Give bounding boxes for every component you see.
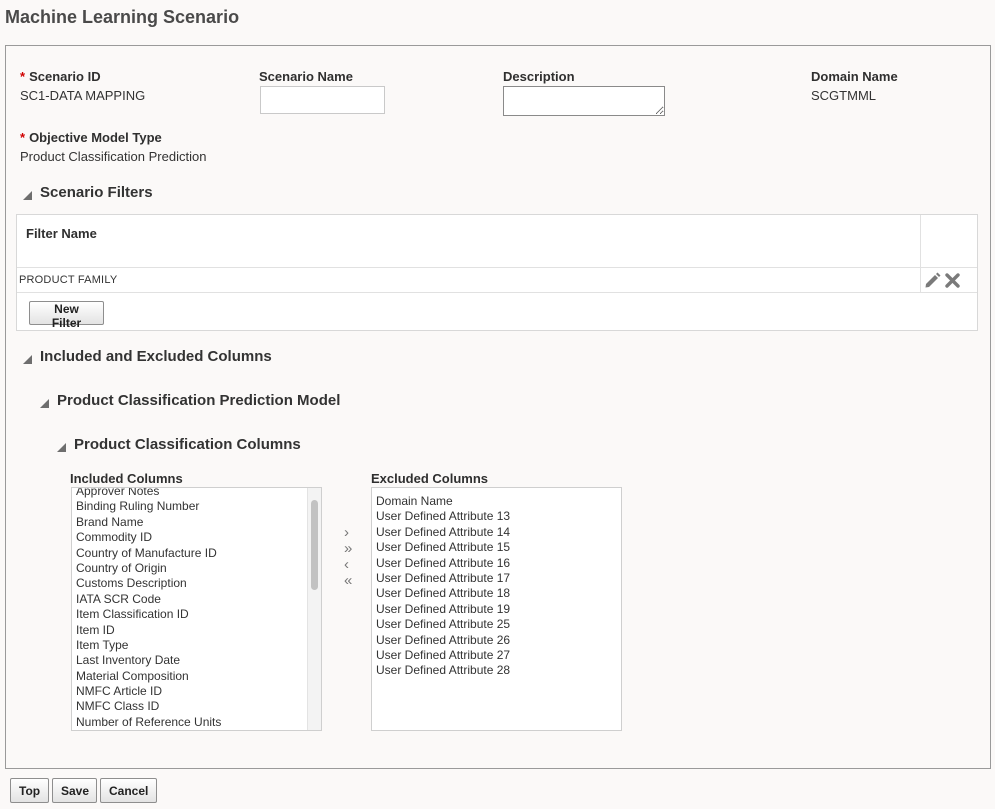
- classification-columns-disclosure-icon[interactable]: [57, 443, 66, 452]
- description-label: Description: [503, 69, 575, 84]
- scenario-id-label-text: Scenario ID: [29, 69, 101, 84]
- objective-model-type-label: * Objective Model Type: [20, 130, 162, 145]
- list-item[interactable]: Commodity ID: [72, 530, 321, 545]
- list-item[interactable]: Customs Description: [72, 576, 321, 591]
- scenario-id-label: * Scenario ID: [20, 69, 101, 84]
- included-columns-list[interactable]: Approver Notes Binding Ruling Number Brand…: [71, 487, 322, 731]
- list-item[interactable]: NMFC Article ID: [72, 684, 321, 699]
- objective-model-type-value: Product Classification Prediction: [20, 149, 207, 164]
- list-item[interactable]: User Defined Attribute 15: [372, 540, 621, 555]
- excluded-columns-title: Excluded Columns: [371, 471, 489, 486]
- remove-selected-icon[interactable]: ‹: [344, 557, 349, 572]
- cancel-button[interactable]: Cancel: [100, 778, 157, 803]
- save-button[interactable]: Save: [52, 778, 97, 803]
- list-item[interactable]: User Defined Attribute 16: [372, 556, 621, 571]
- page-title: Machine Learning Scenario: [5, 7, 240, 27]
- list-item[interactable]: Material Composition: [72, 669, 321, 684]
- filter-name-column-header: Filter Name: [26, 226, 97, 241]
- objective-model-type-label-text: Objective Model Type: [29, 130, 162, 145]
- list-item[interactable]: User Defined Attribute 14: [372, 525, 621, 540]
- list-item[interactable]: IATA SCR Code: [72, 592, 321, 607]
- top-button[interactable]: Top: [10, 778, 49, 803]
- list-item[interactable]: Country of Manufacture ID: [72, 546, 321, 561]
- scenario-filters-header[interactable]: Scenario Filters: [40, 184, 153, 201]
- list-item[interactable]: User Defined Attribute 18: [372, 586, 621, 601]
- list-item[interactable]: Number of Reference Units: [72, 715, 321, 730]
- included-columns-title: Included Columns: [70, 471, 183, 486]
- list-item[interactable]: User Defined Attribute 13: [372, 509, 621, 524]
- list-item[interactable]: NMFC Class ID: [72, 699, 321, 714]
- scenario-name-label: Scenario Name: [259, 69, 353, 84]
- scenario-filters-disclosure-icon[interactable]: [23, 191, 32, 200]
- new-filter-button[interactable]: New Filter: [29, 301, 104, 330]
- domain-name-value: SCGTMML: [811, 88, 876, 103]
- list-item[interactable]: Country of Origin: [72, 561, 321, 576]
- list-item[interactable]: User Defined Attribute 25: [372, 617, 621, 632]
- list-item[interactable]: Approver Notes: [72, 488, 321, 499]
- classification-columns-header[interactable]: Product Classification Columns: [74, 436, 301, 453]
- scenario-name-input[interactable]: [260, 86, 385, 114]
- move-selected-icon[interactable]: ›: [344, 525, 349, 540]
- model-disclosure-icon[interactable]: [40, 399, 49, 408]
- list-item[interactable]: Item Classification ID: [72, 607, 321, 622]
- list-item[interactable]: Last Inventory Date: [72, 653, 321, 668]
- description-textarea[interactable]: [503, 86, 665, 116]
- scenario-id-value: SC1-DATA MAPPING: [20, 88, 146, 103]
- edit-pencil-icon[interactable]: [924, 272, 941, 288]
- list-item[interactable]: Binding Ruling Number: [72, 499, 321, 514]
- list-item[interactable]: Item Type: [72, 638, 321, 653]
- list-item[interactable]: User Defined Attribute 27: [372, 648, 621, 663]
- included-list-scrollbar[interactable]: [307, 488, 321, 730]
- required-marker: *: [20, 69, 26, 84]
- list-item[interactable]: Brand Name: [72, 515, 321, 530]
- list-item[interactable]: User Defined Attribute 26: [372, 633, 621, 648]
- list-item[interactable]: Item ID: [72, 623, 321, 638]
- header-divider: [17, 267, 977, 268]
- domain-name-label: Domain Name: [811, 69, 898, 84]
- required-marker: *: [20, 130, 26, 145]
- move-all-icon[interactable]: »: [344, 541, 352, 556]
- list-item[interactable]: User Defined Attribute 19: [372, 602, 621, 617]
- scenario-panel: * Scenario ID SC1-DATA MAPPING Scenario N…: [5, 45, 991, 769]
- scenario-filters-table: Filter Name PRODUCT FAMILY New Filter: [16, 214, 978, 331]
- remove-all-icon[interactable]: «: [344, 573, 352, 588]
- column-divider: [920, 215, 921, 293]
- columns-disclosure-icon[interactable]: [23, 355, 32, 364]
- list-item[interactable]: User Defined Attribute 28: [372, 663, 621, 678]
- prediction-model-header[interactable]: Product Classification Prediction Model: [57, 392, 340, 409]
- scrollbar-thumb[interactable]: [311, 500, 318, 590]
- included-excluded-columns-header[interactable]: Included and Excluded Columns: [40, 348, 272, 365]
- excluded-columns-list[interactable]: Domain Name User Defined Attribute 13 User…: [371, 487, 622, 731]
- delete-x-icon[interactable]: [945, 273, 960, 288]
- row-divider: [17, 292, 977, 293]
- list-item[interactable]: Domain Name: [372, 494, 621, 509]
- list-item[interactable]: User Defined Attribute 17: [372, 571, 621, 586]
- table-row: PRODUCT FAMILY: [19, 274, 118, 286]
